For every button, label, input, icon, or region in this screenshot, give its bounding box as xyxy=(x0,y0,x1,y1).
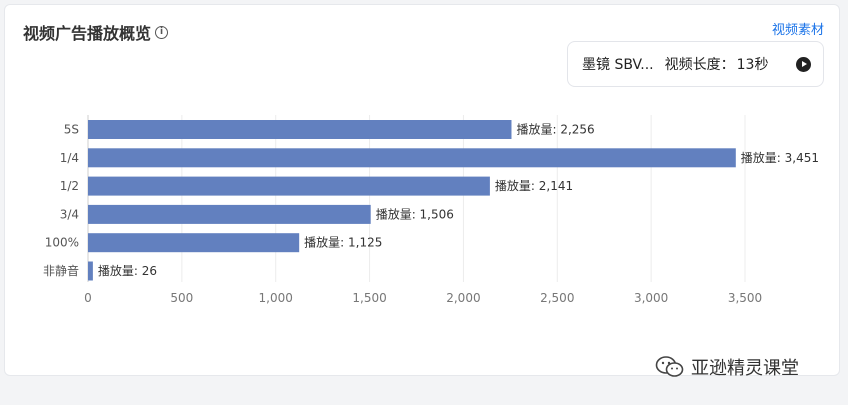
x-tick-label: 3,000 xyxy=(634,291,668,305)
watermark-text: 亚逊精灵课堂 xyxy=(691,358,799,379)
x-tick-label: 500 xyxy=(170,291,193,305)
x-tick-label: 2,500 xyxy=(540,291,574,305)
bar xyxy=(88,261,93,281)
data-label: 播放量: 1,125 xyxy=(304,235,382,250)
x-tick-label: 0 xyxy=(84,291,92,305)
bar xyxy=(88,148,736,168)
y-tick-label: 100% xyxy=(45,236,79,250)
wechat-icon xyxy=(655,356,684,377)
y-tick-label: 非静音 xyxy=(43,263,79,278)
bar xyxy=(88,204,371,224)
x-tick-label: 3,500 xyxy=(728,291,762,305)
bar xyxy=(88,176,490,196)
bar xyxy=(88,233,300,253)
watermark: 亚逊精灵课堂 xyxy=(655,354,799,380)
x-tick-label: 1,000 xyxy=(259,291,293,305)
y-tick-label: 1/4 xyxy=(60,151,79,165)
x-tick-label: 1,500 xyxy=(352,291,386,305)
data-label: 播放量: 26 xyxy=(98,263,157,278)
y-tick-label: 1/2 xyxy=(60,179,79,193)
data-label: 播放量: 3,451 xyxy=(741,150,819,165)
y-tick-label: 5S xyxy=(64,123,79,137)
bar xyxy=(88,120,512,139)
data-label: 播放量: 2,256 xyxy=(516,122,594,137)
y-tick-label: 3/4 xyxy=(60,207,79,221)
x-tick-label: 2,000 xyxy=(446,291,480,305)
data-label: 播放量: 2,141 xyxy=(495,178,573,193)
data-label: 播放量: 1,506 xyxy=(376,206,454,221)
play-count-bar-chart: 0 500 1,000 1,500 2,000 2,500 3,000 3,500 5S 播放量:… xyxy=(43,115,819,305)
